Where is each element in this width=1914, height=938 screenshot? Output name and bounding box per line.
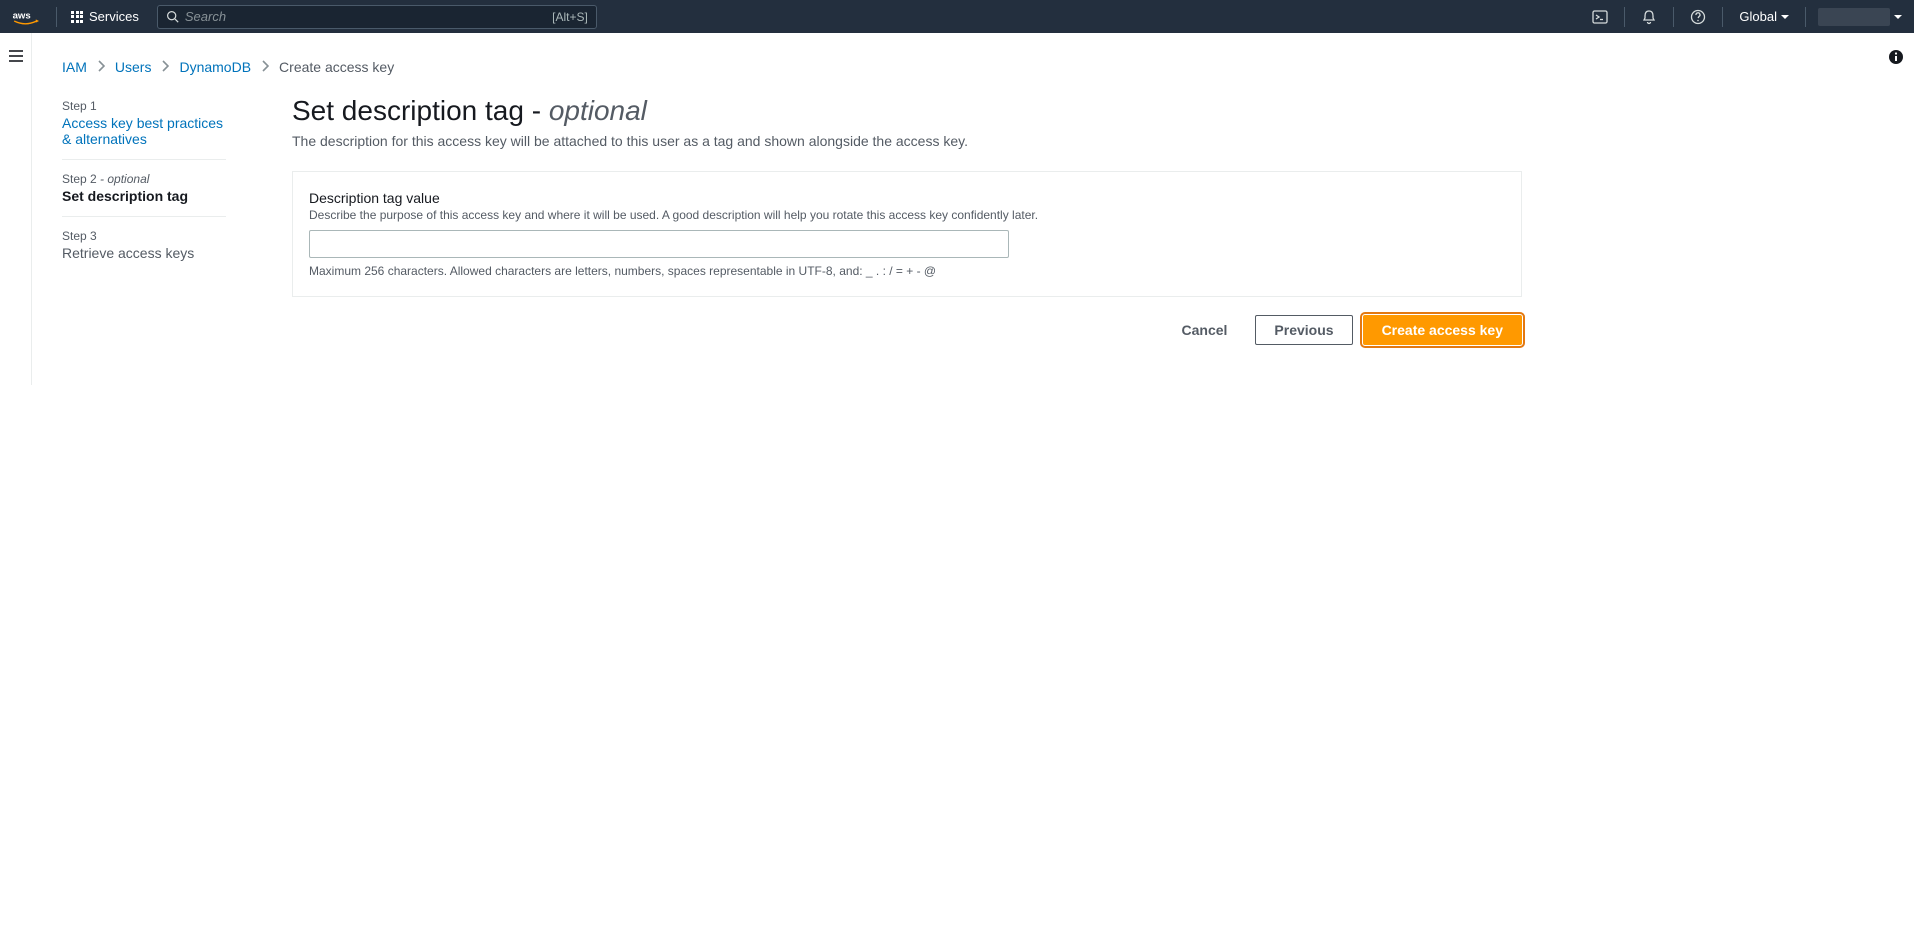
breadcrumb-current: Create access key bbox=[279, 59, 394, 75]
cancel-button[interactable]: Cancel bbox=[1164, 315, 1246, 345]
wizard-steps: Step 1 Access key best practices & alter… bbox=[62, 95, 226, 345]
caret-down-icon bbox=[1781, 15, 1789, 19]
step-3-title: Retrieve access keys bbox=[62, 245, 226, 261]
create-access-key-button[interactable]: Create access key bbox=[1363, 315, 1522, 345]
step-label: Step 1 bbox=[62, 99, 226, 113]
region-label: Global bbox=[1739, 9, 1777, 24]
step-label: Step 2 - optional bbox=[62, 172, 226, 186]
caret-down-icon bbox=[1894, 15, 1902, 19]
step-label: Step 3 bbox=[62, 229, 226, 243]
wizard-step-2: Step 2 - optional Set description tag bbox=[62, 172, 226, 217]
wizard-step-1: Step 1 Access key best practices & alter… bbox=[62, 99, 226, 160]
wizard-buttons: Cancel Previous Create access key bbox=[292, 315, 1522, 345]
left-rail bbox=[0, 33, 32, 385]
nav-divider bbox=[1805, 7, 1806, 27]
breadcrumb: IAM Users DynamoDB Create access key bbox=[62, 43, 1522, 95]
chevron-right-icon bbox=[261, 59, 269, 75]
help-icon[interactable] bbox=[1680, 9, 1716, 25]
services-label: Services bbox=[89, 9, 139, 24]
search-input[interactable] bbox=[185, 9, 552, 24]
page-title: Set description tag - optional bbox=[292, 95, 1522, 127]
body-wrap: IAM Users DynamoDB Create access key Ste… bbox=[0, 33, 1914, 385]
description-tag-panel: Description tag value Describe the purpo… bbox=[292, 171, 1522, 297]
aws-logo[interactable]: aws bbox=[12, 9, 50, 25]
nav-divider bbox=[1722, 7, 1723, 27]
account-name-redacted bbox=[1818, 8, 1890, 26]
main-area: IAM Users DynamoDB Create access key Ste… bbox=[32, 33, 1542, 385]
cloudshell-icon[interactable] bbox=[1582, 9, 1618, 25]
content-columns: Step 1 Access key best practices & alter… bbox=[62, 95, 1522, 345]
nav-divider bbox=[1673, 7, 1674, 27]
nav-divider bbox=[1624, 7, 1625, 27]
info-panel-toggle[interactable] bbox=[1888, 49, 1910, 68]
global-search[interactable]: [Alt+S] bbox=[157, 5, 597, 29]
field-label: Description tag value bbox=[309, 190, 1505, 206]
page-description: The description for this access key will… bbox=[292, 133, 1522, 149]
grid-icon bbox=[71, 11, 83, 23]
services-menu-button[interactable]: Services bbox=[63, 9, 147, 24]
breadcrumb-iam[interactable]: IAM bbox=[62, 59, 87, 75]
description-tag-input[interactable] bbox=[309, 230, 1009, 258]
step-2-title: Set description tag bbox=[62, 188, 226, 204]
chevron-right-icon bbox=[97, 59, 105, 75]
nav-divider bbox=[56, 7, 57, 27]
svg-text:aws: aws bbox=[13, 10, 31, 21]
content-main: Set description tag - optional The descr… bbox=[292, 95, 1522, 345]
breadcrumb-dynamodb[interactable]: DynamoDB bbox=[179, 59, 251, 75]
breadcrumb-users[interactable]: Users bbox=[115, 59, 152, 75]
field-hint: Describe the purpose of this access key … bbox=[309, 208, 1505, 222]
account-menu[interactable] bbox=[1812, 8, 1902, 26]
search-icon bbox=[166, 10, 179, 23]
chevron-right-icon bbox=[161, 59, 169, 75]
notifications-icon[interactable] bbox=[1631, 9, 1667, 25]
field-constraint: Maximum 256 characters. Allowed characte… bbox=[309, 264, 1505, 278]
previous-button[interactable]: Previous bbox=[1255, 315, 1352, 345]
top-nav-bar: aws Services [Alt+S] Global bbox=[0, 0, 1914, 33]
wizard-step-3: Step 3 Retrieve access keys bbox=[62, 229, 226, 273]
region-selector[interactable]: Global bbox=[1729, 9, 1799, 24]
step-1-title[interactable]: Access key best practices & alternatives bbox=[62, 115, 226, 147]
search-shortcut: [Alt+S] bbox=[552, 10, 588, 24]
side-nav-toggle[interactable] bbox=[8, 49, 24, 385]
nav-right: Global bbox=[1582, 7, 1902, 27]
